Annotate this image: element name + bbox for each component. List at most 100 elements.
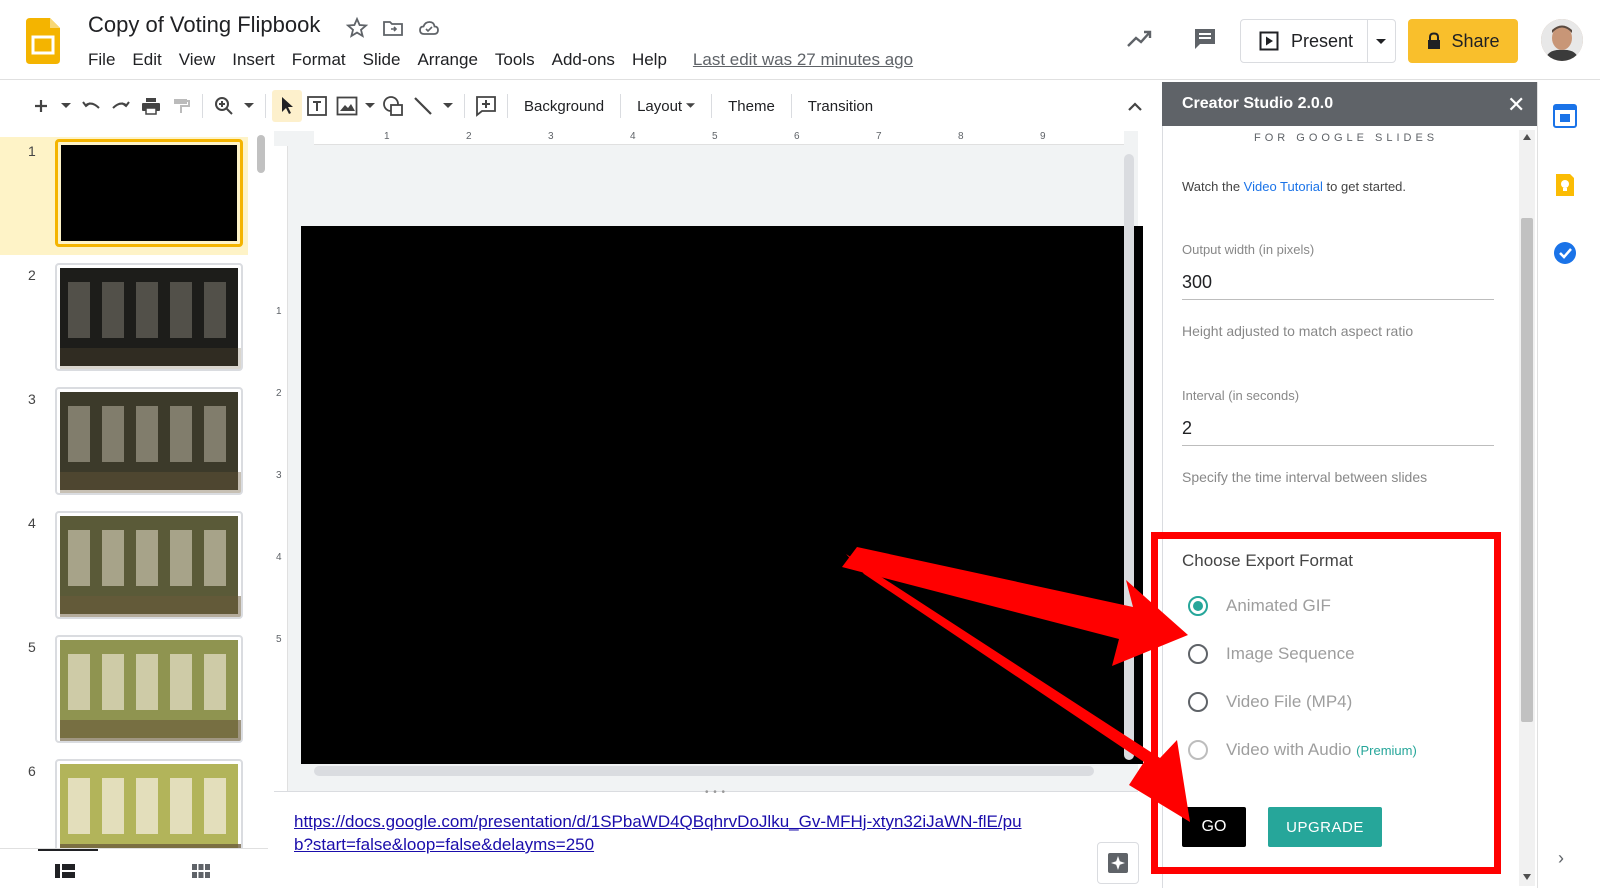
shape-icon[interactable] — [378, 90, 408, 122]
cloud-status-icon[interactable] — [417, 16, 441, 40]
notes-publish-link[interactable]: https://docs.google.com/presentation/d/1… — [294, 810, 1024, 856]
menu-addons[interactable]: Add-ons — [552, 50, 615, 72]
menu-slide[interactable]: Slide — [363, 50, 401, 72]
ruler-number: 1 — [276, 306, 282, 317]
horizontal-ruler[interactable]: 1 2 3 4 5 6 7 8 9 — [314, 131, 1124, 145]
expand-panel-chevron-icon[interactable]: › — [1558, 848, 1564, 869]
redo-icon[interactable] — [106, 90, 136, 122]
avatar[interactable] — [1541, 19, 1583, 61]
present-label: Present — [1291, 30, 1354, 51]
slide-number: 1 — [28, 143, 36, 159]
menu-bar: File Edit View Insert Format Slide Arran… — [88, 50, 913, 72]
scroll-down-arrow-icon[interactable] — [1523, 874, 1531, 880]
vertical-ruler[interactable]: 1 2 3 4 5 — [274, 146, 288, 791]
slide-thumbnail[interactable] — [55, 387, 243, 495]
menu-arrange[interactable]: Arrange — [417, 50, 477, 72]
avatar-image — [1541, 19, 1583, 61]
collapse-toolbar-chevron-icon[interactable] — [1120, 90, 1150, 122]
filmstrip-scrollbar[interactable] — [257, 135, 265, 173]
slide-thumbnail[interactable] — [55, 511, 243, 619]
output-width-input[interactable] — [1182, 266, 1494, 300]
ruler-number: 2 — [276, 388, 282, 399]
activity-trend-icon[interactable] — [1126, 28, 1154, 50]
line-icon[interactable] — [408, 90, 438, 122]
slide-number: 5 — [28, 639, 36, 655]
explore-sparkle-icon — [1108, 853, 1128, 873]
addon-panel-title: Creator Studio 2.0.0 — [1182, 95, 1334, 112]
slide-thumbnail[interactable] — [55, 139, 243, 247]
keep-icon[interactable] — [1552, 172, 1578, 198]
present-dropdown-chevron-icon[interactable] — [1374, 37, 1388, 47]
canvas-horizontal-scrollbar[interactable] — [314, 766, 1094, 776]
slide-number: 2 — [28, 267, 36, 283]
notes-resize-handle[interactable]: • • • — [705, 787, 726, 798]
zoom-icon[interactable] — [209, 90, 239, 122]
calendar-icon[interactable] — [1552, 103, 1578, 129]
slide-thumbnail[interactable] — [55, 759, 243, 851]
interval-input[interactable] — [1182, 412, 1494, 446]
slide-number: 6 — [28, 763, 36, 779]
canvas-vertical-scrollbar[interactable] — [1124, 154, 1134, 760]
new-slide-plus-icon[interactable] — [26, 90, 56, 122]
layout-button[interactable]: Layout — [627, 90, 705, 122]
star-icon[interactable] — [345, 16, 369, 40]
background-button[interactable]: Background — [514, 90, 614, 122]
lock-icon — [1428, 32, 1441, 49]
slide-thumbnail[interactable] — [55, 635, 243, 743]
ruler-number: 6 — [794, 131, 800, 142]
ruler-number: 2 — [466, 131, 472, 142]
slide-thumbnail-image — [60, 764, 241, 851]
grid-view-icon[interactable] — [192, 863, 210, 879]
menu-view[interactable]: View — [179, 50, 216, 72]
paint-format-icon[interactable] — [166, 90, 196, 122]
app-header: Copy of Voting Flipbook File Edit View I… — [0, 0, 1600, 80]
image-dropdown-icon[interactable] — [362, 90, 378, 122]
ruler-number: 5 — [712, 131, 718, 142]
insert-image-icon[interactable] — [332, 90, 362, 122]
tasks-icon[interactable] — [1552, 240, 1578, 266]
present-button[interactable]: Present — [1240, 19, 1396, 63]
menu-file[interactable]: File — [88, 50, 115, 72]
theme-button[interactable]: Theme — [718, 90, 785, 122]
print-icon[interactable] — [136, 90, 166, 122]
add-comment-icon[interactable] — [471, 90, 501, 122]
menu-insert[interactable]: Insert — [232, 50, 275, 72]
menu-edit[interactable]: Edit — [132, 50, 161, 72]
slide-thumbnail[interactable] — [55, 263, 243, 371]
last-edit-link[interactable]: Last edit was 27 minutes ago — [693, 50, 913, 72]
menu-help[interactable]: Help — [632, 50, 667, 72]
present-play-icon — [1259, 31, 1279, 51]
explore-button[interactable] — [1097, 842, 1139, 884]
filmstrip-view-icon[interactable] — [55, 863, 75, 879]
text-box-icon[interactable] — [302, 90, 332, 122]
voting-booth-photo — [60, 530, 241, 617]
menu-format[interactable]: Format — [292, 50, 346, 72]
annotation-highlight-box — [1151, 532, 1501, 874]
layout-dropdown-icon — [686, 103, 696, 108]
comment-icon[interactable] — [1192, 26, 1218, 52]
panel-scrollbar-thumb[interactable] — [1521, 218, 1533, 722]
move-folder-icon[interactable] — [381, 16, 405, 40]
slides-logo-icon[interactable] — [26, 18, 60, 64]
close-icon[interactable]: ✕ — [1507, 92, 1525, 118]
document-title[interactable]: Copy of Voting Flipbook — [88, 12, 320, 38]
transition-button[interactable]: Transition — [798, 90, 883, 122]
share-button[interactable]: Share — [1408, 19, 1518, 63]
ruler-number: 3 — [548, 131, 554, 142]
select-cursor-icon[interactable] — [272, 90, 302, 122]
video-tutorial-link[interactable]: Video Tutorial — [1244, 179, 1323, 194]
tutorial-prefix: Watch the — [1182, 179, 1244, 194]
scroll-up-arrow-icon[interactable] — [1523, 134, 1531, 140]
zoom-dropdown-icon[interactable] — [239, 90, 259, 122]
menu-tools[interactable]: Tools — [495, 50, 535, 72]
line-dropdown-icon[interactable] — [438, 90, 458, 122]
slide-number: 3 — [28, 391, 36, 407]
slide-thumbnail-image — [60, 516, 241, 617]
filmstrip-view-switcher — [0, 848, 268, 888]
addon-panel-subtitle: FOR GOOGLE SLIDES — [1254, 132, 1439, 144]
new-slide-dropdown-icon[interactable] — [56, 90, 76, 122]
tutorial-suffix: to get started. — [1322, 179, 1407, 194]
undo-icon[interactable] — [76, 90, 106, 122]
share-label: Share — [1451, 30, 1500, 51]
current-slide[interactable] — [301, 226, 1143, 764]
